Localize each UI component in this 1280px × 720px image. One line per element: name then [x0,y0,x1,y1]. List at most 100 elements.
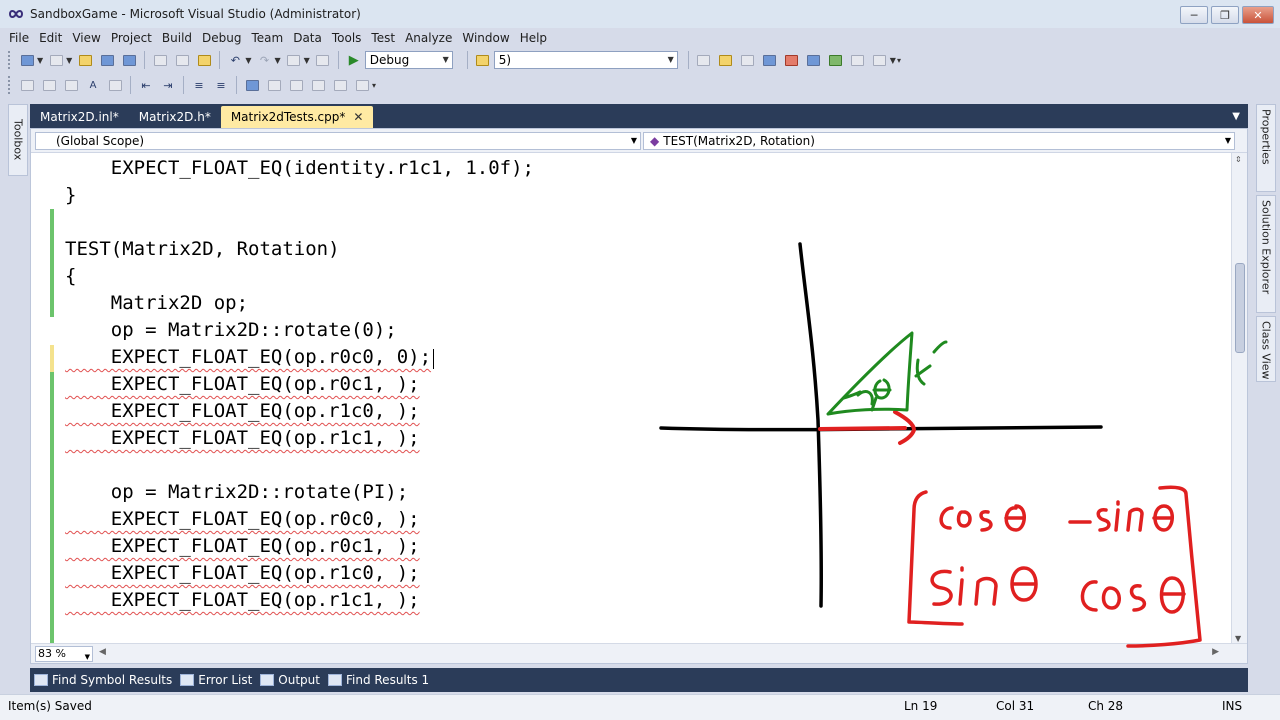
toolbar-separator [130,76,131,94]
start-page-icon[interactable] [849,51,867,69]
vertical-scrollbar[interactable]: ⇕ ▼ [1231,153,1247,645]
find-combo[interactable]: 5) ▼ [493,51,678,69]
tab-find-symbol-results[interactable]: Find Symbol Results [34,673,172,687]
tab-matrix2d-h[interactable]: Matrix2D.h* [129,106,221,128]
undo-icon[interactable]: ↶ [226,51,244,69]
split-handle-icon[interactable]: ⇕ [1235,155,1242,164]
word-wrap-icon[interactable] [106,76,124,94]
restore-button[interactable]: ❐ [1211,6,1239,24]
zoom-select[interactable]: 83 % ▼ [35,646,93,662]
menu-analyze[interactable]: Analyze [400,31,457,45]
toolbar-grip[interactable] [8,76,12,94]
parameter-info-icon[interactable] [40,76,58,94]
chevron-down-icon[interactable]: ▼ [37,56,43,65]
class-view-tab[interactable]: Class View [1256,316,1276,382]
chevron-down-icon: ▼ [667,55,674,64]
scroll-right-icon[interactable]: ▶ [1212,647,1219,657]
save-all-icon[interactable] [120,51,138,69]
menu-tools[interactable]: Tools [327,31,367,45]
code-line: { [65,265,77,287]
start-debugging-icon[interactable]: ▶ [345,51,363,69]
team-explorer-icon[interactable] [805,51,823,69]
find-in-files-icon[interactable] [474,51,492,69]
toolbar-options-icon[interactable]: ▾ [897,56,901,65]
menu-team[interactable]: Team [246,31,288,45]
clear-bookmarks-icon[interactable] [353,76,371,94]
tab-matrix2dtests-cpp[interactable]: Matrix2dTests.cpp* ✕ [220,106,374,128]
display-object-member-list-icon[interactable] [18,76,36,94]
minimize-button[interactable]: ─ [1180,6,1208,24]
tab-find-results-1[interactable]: Find Results 1 [327,673,429,687]
extension-manager-icon[interactable] [827,51,845,69]
menu-file[interactable]: File [4,31,34,45]
status-bar: Item(s) Saved Ln 19 Col 31 Ch 28 INS [0,694,1280,720]
menu-test[interactable]: Test [366,31,400,45]
toolbar-grip[interactable] [8,51,12,69]
scroll-left-icon[interactable]: ◀ [99,647,106,657]
tab-matrix2d-inl[interactable]: Matrix2D.inl* [30,106,129,128]
chevron-down-icon[interactable]: ▼ [66,56,72,65]
toolbox-tab[interactable]: Toolbox [8,104,28,176]
chevron-down-icon: ▼ [630,136,637,145]
open-folder-icon[interactable] [76,51,94,69]
solution-explorer-icon[interactable] [695,51,713,69]
tools-icon[interactable] [783,51,801,69]
close-icon[interactable]: ✕ [353,110,363,124]
menu-debug[interactable]: Debug [197,31,246,45]
navigate-backward-icon[interactable] [285,51,303,69]
code-editor: (Global Scope) ▼ ◆ TEST(Matrix2D, Rotation… [30,128,1248,664]
uncomment-icon[interactable]: ≡ [212,76,230,94]
cut-icon[interactable] [151,51,169,69]
menu-project[interactable]: Project [106,31,157,45]
menu-help[interactable]: Help [515,31,552,45]
copy-icon[interactable] [173,51,191,69]
previous-bookmark-in-folder-icon[interactable] [309,76,327,94]
redo-icon[interactable]: ↷ [255,51,273,69]
tab-output[interactable]: Output [260,673,320,687]
properties-icon[interactable] [717,51,735,69]
comment-out-icon[interactable]: ≡ [190,76,208,94]
properties-label: Properties [1259,109,1273,165]
visual-studio-icon [8,6,24,22]
code-line: Matrix2D op; [65,292,249,314]
toggle-bookmark-icon[interactable] [243,76,261,94]
status-column: Col 31 [996,699,1035,713]
scope-select[interactable]: (Global Scope) ▼ [35,132,641,150]
code-text-area[interactable]: EXPECT_FLOAT_EQ(identity.r1c1, 1.0f); } … [31,153,1231,645]
menu-data[interactable]: Data [288,31,327,45]
complete-word-icon[interactable]: A [84,76,102,94]
increase-indent-icon[interactable]: ⇥ [159,76,177,94]
solution-explorer-tab[interactable]: Solution Explorer [1256,195,1276,313]
quick-info-icon[interactable] [62,76,80,94]
member-select[interactable]: ◆ TEST(Matrix2D, Rotation) ▼ [643,132,1235,150]
save-icon[interactable] [98,51,116,69]
next-bookmark-in-folder-icon[interactable] [331,76,349,94]
chevron-down-icon[interactable]: ▼ [274,56,280,65]
solution-config-select[interactable]: Debug ▼ [364,51,453,69]
menu-window[interactable]: Window [457,31,514,45]
tabs-dropdown-icon[interactable]: ▼ [1232,111,1240,122]
close-window-button[interactable]: ✕ [1242,6,1274,24]
navigate-forward-icon[interactable] [314,51,332,69]
paste-icon[interactable] [195,51,213,69]
menu-build[interactable]: Build [157,31,197,45]
command-window-icon[interactable] [871,51,889,69]
scroll-thumb[interactable] [1235,263,1245,353]
chevron-down-icon[interactable]: ▼ [245,56,251,65]
previous-bookmark-icon[interactable] [265,76,283,94]
properties-tab[interactable]: Properties [1256,104,1276,192]
toolbox-icon[interactable] [761,51,779,69]
add-item-icon[interactable] [47,51,65,69]
object-browser-icon[interactable] [739,51,757,69]
next-bookmark-icon[interactable] [287,76,305,94]
chevron-down-icon[interactable]: ▼ [890,56,896,65]
decrease-indent-icon[interactable]: ⇤ [137,76,155,94]
chevron-down-icon[interactable]: ▼ [304,56,310,65]
menu-edit[interactable]: Edit [34,31,67,45]
new-project-icon[interactable] [18,51,36,69]
menu-view[interactable]: View [67,31,105,45]
scroll-down-icon[interactable]: ▼ [1235,634,1241,643]
tab-error-list[interactable]: Error List [180,673,252,687]
toolbar-options-icon[interactable]: ▾ [372,81,376,90]
find-symbol-icon [34,674,48,686]
